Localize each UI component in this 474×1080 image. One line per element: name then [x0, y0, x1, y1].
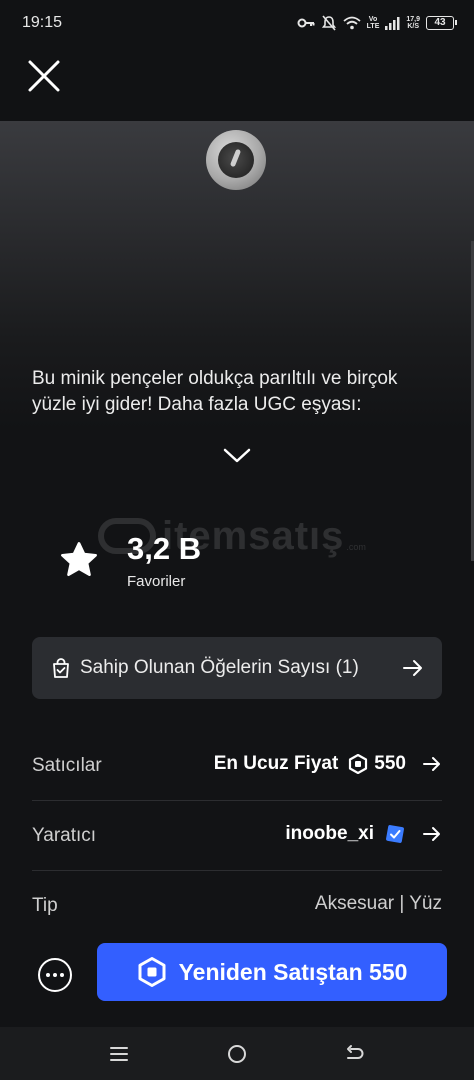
- type-row: Tip Aksesuar | Yüz: [32, 871, 442, 941]
- creator-value-group: inoobe_xi: [285, 823, 442, 845]
- robux-icon: [138, 957, 166, 987]
- more-dot: [46, 973, 50, 977]
- item-thumbnail: [206, 130, 266, 190]
- key-icon: [297, 17, 315, 29]
- cheapest-price-label: En Ucuz Fiyat: [213, 753, 339, 774]
- volte-top: Vo: [368, 16, 378, 23]
- net-speed-value: 17,9: [406, 16, 420, 23]
- description-fade: [32, 418, 412, 446]
- verified-badge-icon: [386, 825, 404, 843]
- item-description-text: Bu minik pençeler oldukça parıltılı ve b…: [32, 368, 398, 415]
- more-options-button[interactable]: [38, 958, 72, 992]
- favorites-label: Favoriler: [127, 573, 186, 590]
- creator-name: inoobe_xi: [285, 823, 374, 844]
- net-speed: 17,9 K/S: [406, 16, 420, 30]
- home-circle-icon: [228, 1045, 246, 1063]
- close-button[interactable]: [22, 54, 66, 98]
- owned-items-label: Sahip Olunan Öğelerin Sayısı (1): [80, 657, 359, 678]
- owned-items-button[interactable]: Sahip Olunan Öğelerin Sayısı (1): [32, 637, 442, 699]
- arrow-right-icon: [423, 827, 440, 841]
- cell-signal-icon: [385, 16, 400, 30]
- shopping-bag-check-icon: [53, 658, 69, 678]
- favorites-count: 3,2 B: [127, 531, 202, 566]
- arrow-right-icon: [403, 660, 422, 676]
- close-icon: [28, 60, 60, 92]
- volte-indicator: Vo LTE: [367, 16, 380, 30]
- top-bar: [0, 48, 474, 121]
- more-dot: [60, 973, 64, 977]
- back-button[interactable]: [344, 1043, 366, 1065]
- sellers-row[interactable]: Satıcılar En Ucuz Fiyat 550: [32, 731, 442, 801]
- battery-icon: 43: [426, 16, 457, 30]
- cheapest-price-value: 550: [374, 753, 406, 774]
- star-icon: [61, 542, 97, 577]
- mute-icon: [321, 15, 337, 31]
- type-value: Aksesuar | Yüz: [314, 893, 442, 914]
- system-nav-bar: [0, 1027, 474, 1080]
- recent-apps-button[interactable]: [108, 1043, 130, 1065]
- wifi-icon: [343, 16, 361, 30]
- type-value-group: Aksesuar | Yüz: [315, 893, 442, 915]
- item-details: Bu minik pençeler oldukça parıltılı ve b…: [0, 121, 474, 1027]
- more-dot: [53, 973, 57, 977]
- robux-icon: [349, 754, 368, 774]
- purchase-bar: Yeniden Satıştan 550: [0, 943, 474, 1027]
- sellers-value-group: En Ucuz Fiyat 550: [214, 753, 442, 775]
- status-time: 19:15: [22, 14, 63, 31]
- item-thumbnail-inner: [218, 142, 254, 178]
- status-bar: 19:15 Vo LTE 17,9 K/S 43: [0, 0, 474, 48]
- creator-row[interactable]: Yaratıcı inoobe_xi: [32, 801, 442, 871]
- menu-icon: [110, 1047, 128, 1061]
- expand-description-button[interactable]: [220, 443, 254, 467]
- status-icons: Vo LTE 17,9 K/S 43: [297, 12, 457, 34]
- creator-label: Yaratıcı: [32, 825, 97, 846]
- type-label: Tip: [32, 895, 58, 916]
- volte-bottom: LTE: [366, 23, 380, 30]
- item-description: Bu minik pençeler oldukça parıltılı ve b…: [32, 366, 412, 446]
- watermark-tld: .com: [346, 542, 366, 552]
- home-button[interactable]: [226, 1043, 248, 1065]
- favorite-star-button[interactable]: [58, 539, 100, 581]
- arrow-right-icon: [423, 757, 440, 771]
- back-icon: [347, 1045, 364, 1059]
- sellers-label: Satıcılar: [32, 755, 102, 776]
- chevron-down-icon: [223, 448, 251, 463]
- buy-resale-label: Yeniden Satıştan 550: [178, 958, 408, 985]
- buy-resale-button[interactable]: Yeniden Satıştan 550: [97, 943, 447, 1001]
- net-speed-unit: K/S: [407, 23, 420, 30]
